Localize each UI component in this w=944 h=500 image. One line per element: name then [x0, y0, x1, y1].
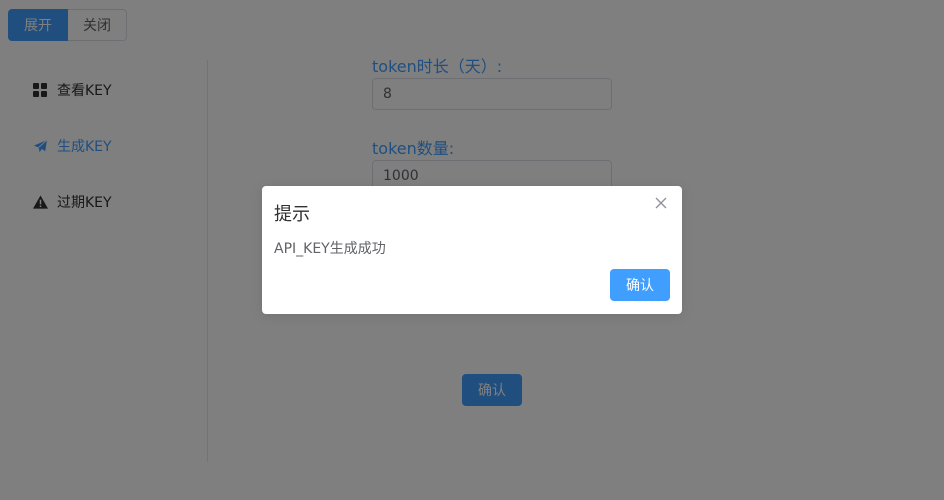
dialog-confirm-button[interactable]: 确认 — [610, 269, 670, 301]
close-icon[interactable] — [654, 196, 668, 210]
dialog-message: API_KEY生成成功 — [274, 241, 386, 257]
dialog-title: 提示 — [274, 204, 310, 225]
message-dialog: 提示 API_KEY生成成功 确认 — [262, 186, 682, 314]
